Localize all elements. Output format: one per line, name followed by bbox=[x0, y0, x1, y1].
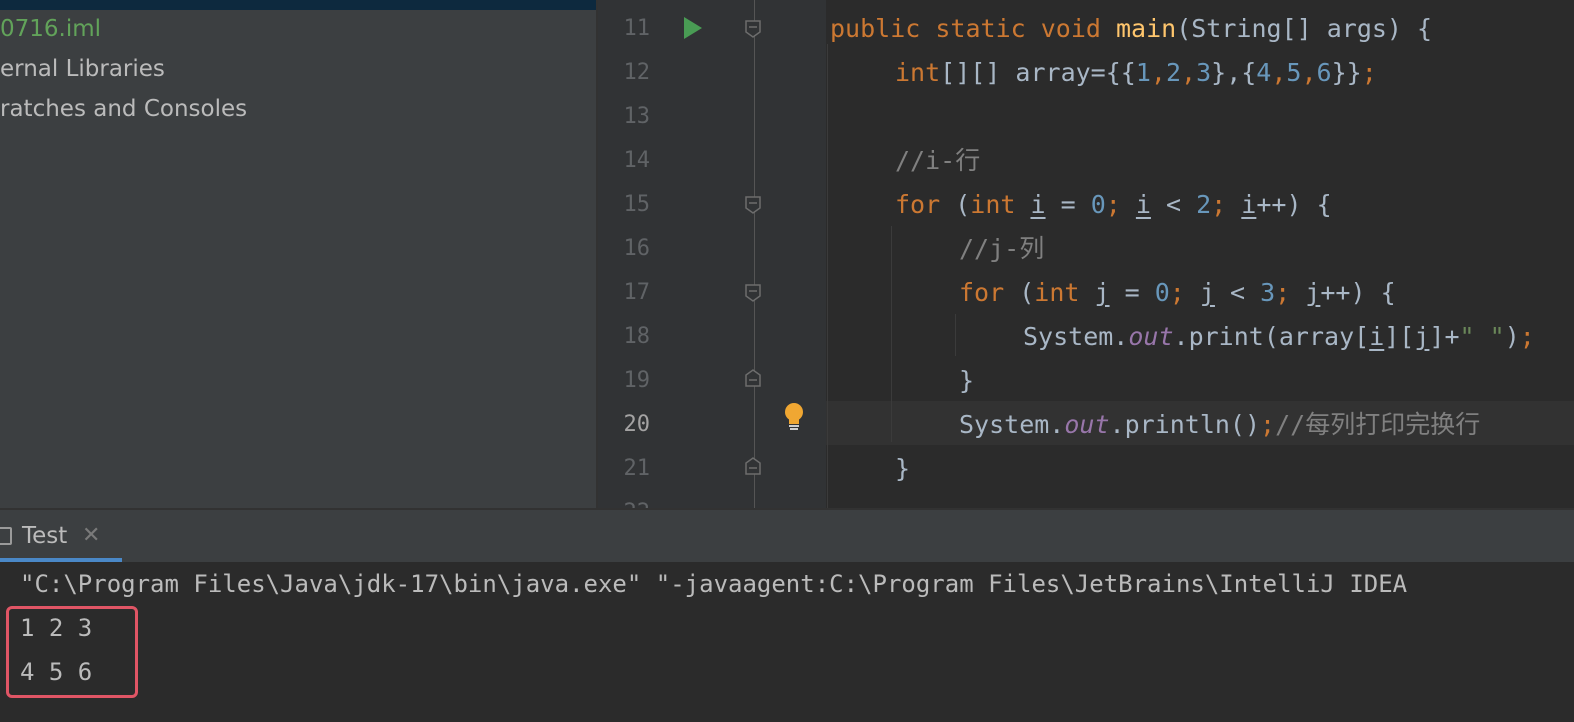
tab-test[interactable]: Test ✕ bbox=[0, 510, 122, 562]
run-tab-bar: Test ✕ bbox=[0, 508, 1574, 562]
line-number: 12 bbox=[623, 60, 651, 85]
code-line-15: for (int i = 0; i < 2; i++) { bbox=[895, 190, 1332, 219]
line-number: 22 bbox=[598, 491, 651, 508]
tab-label: Test bbox=[22, 523, 68, 549]
run-tool-window: Test ✕ "C:\Program Files\Java\jdk-17\bin… bbox=[0, 508, 1574, 722]
line-number: 17 bbox=[623, 280, 651, 305]
code-editor[interactable]: 11 12 13 14 15 16 17 18 19 20 21 22 publ… bbox=[598, 0, 1574, 508]
line-number: 19 bbox=[623, 368, 651, 393]
code-line-18: System.out.print(array[i][j]+" "); bbox=[1023, 322, 1535, 351]
run-gutter-icon[interactable] bbox=[684, 17, 702, 39]
fold-end-icon[interactable] bbox=[745, 457, 761, 475]
line-number: 11 bbox=[623, 16, 651, 41]
fold-guide-line bbox=[754, 0, 755, 508]
intention-bulb-icon[interactable] bbox=[783, 402, 805, 432]
console-command-line: "C:\Program Files\Java\jdk-17\bin\java.e… bbox=[20, 570, 1408, 598]
line-number: 21 bbox=[623, 456, 651, 481]
fold-marker-icon[interactable] bbox=[745, 284, 761, 302]
line-number: 16 bbox=[623, 236, 651, 261]
line-number: 18 bbox=[623, 324, 651, 349]
code-line-11: public static void main(String[] args) { bbox=[830, 14, 1433, 43]
code-line-19: } bbox=[959, 366, 975, 395]
fold-end-icon[interactable] bbox=[745, 369, 761, 387]
code-line-12: int[][] array={{1,2,3},{4,5,6}}; bbox=[895, 58, 1377, 87]
console-icon bbox=[0, 527, 12, 545]
fold-marker-icon[interactable] bbox=[745, 196, 761, 214]
project-item-iml[interactable]: 0716.iml bbox=[0, 9, 101, 49]
indent-guide bbox=[827, 44, 828, 508]
close-icon[interactable]: ✕ bbox=[82, 510, 100, 562]
line-number: 15 bbox=[623, 192, 651, 217]
code-line-21: } bbox=[895, 454, 911, 483]
fold-marker-icon[interactable] bbox=[745, 20, 761, 38]
indent-guide bbox=[955, 314, 956, 356]
indent-guide bbox=[891, 226, 892, 442]
code-line-16: //j-列 bbox=[959, 234, 1045, 263]
code-line-20: System.out.println();//每列打印完换行 bbox=[959, 410, 1481, 439]
line-number: 14 bbox=[623, 148, 651, 173]
current-line-number: 20 bbox=[623, 412, 651, 437]
project-tool-window: 0716.iml ernal Libraries ratches and Con… bbox=[0, 0, 597, 508]
output-highlight-box bbox=[6, 606, 138, 698]
line-number: 13 bbox=[623, 104, 651, 129]
project-item-external-libraries[interactable]: ernal Libraries bbox=[0, 49, 165, 89]
project-item-scratches[interactable]: ratches and Consoles bbox=[0, 89, 247, 129]
code-line-17: for (int j = 0; j < 3; j++) { bbox=[959, 278, 1396, 307]
code-line-14: //i-行 bbox=[895, 146, 981, 175]
